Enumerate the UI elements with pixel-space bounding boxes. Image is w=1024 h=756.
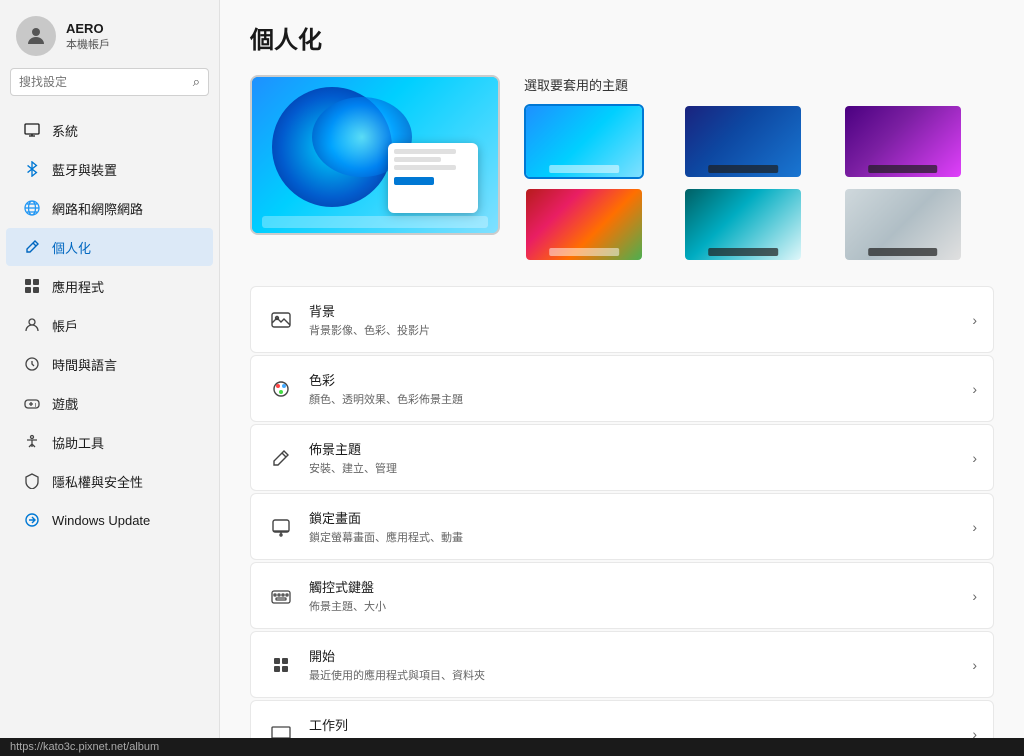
personalization-icon: [22, 237, 42, 257]
taskbar-title: 工作列: [309, 715, 958, 734]
background-desc: 背景影像、色彩、投影片: [309, 322, 958, 338]
theme-preview: [250, 75, 500, 235]
sidebar-item-label-gaming: 遊戲: [52, 394, 78, 413]
sidebar-item-personalization[interactable]: 個人化: [6, 228, 213, 266]
sidebar-item-label-apps: 應用程式: [52, 277, 104, 296]
sidebar-item-label-system: 系統: [52, 121, 78, 140]
theme-label: 選取要套用的主題: [524, 75, 994, 94]
start-title: 開始: [309, 646, 958, 665]
start-icon: [267, 651, 295, 679]
sidebar-item-privacy[interactable]: 隱私權與安全性: [6, 462, 213, 500]
lockscreen-icon: [267, 513, 295, 541]
time-icon: [22, 354, 42, 374]
apps-icon: [22, 276, 42, 296]
keyboard-text: 觸控式鍵盤 佈景主題、大小: [309, 577, 958, 614]
url-bar: https://kato3c.pixnet.net/album: [0, 738, 1024, 756]
settings-item-themes[interactable]: 佈景主題 安裝、建立、管理 ›: [250, 424, 994, 491]
theme-grid: [524, 104, 994, 262]
accessibility-icon: [22, 432, 42, 452]
sidebar-item-label-accessibility: 協助工具: [52, 433, 104, 452]
background-text: 背景 背景影像、色彩、投影片: [309, 301, 958, 338]
sidebar-item-accounts[interactable]: 帳戶: [6, 306, 213, 344]
sidebar-item-time[interactable]: 時間與語言: [6, 345, 213, 383]
sidebar-item-update[interactable]: Windows Update: [6, 501, 213, 539]
lockscreen-desc: 鎖定螢幕畫面、應用程式、動畫: [309, 529, 958, 545]
user-profile: AERO 本機帳戶: [0, 0, 219, 68]
user-subtitle: 本機帳戶: [66, 36, 110, 52]
sidebar-item-accessibility[interactable]: 協助工具: [6, 423, 213, 461]
sidebar-item-label-accounts: 帳戶: [52, 316, 78, 335]
gaming-icon: [22, 393, 42, 413]
settings-item-keyboard[interactable]: 觸控式鍵盤 佈景主題、大小 ›: [250, 562, 994, 629]
lockscreen-text: 鎖定畫面 鎖定螢幕畫面、應用程式、動畫: [309, 508, 958, 545]
avatar: [16, 16, 56, 56]
user-info: AERO 本機帳戶: [66, 21, 110, 52]
keyboard-chevron: ›: [972, 588, 977, 604]
themes-title: 佈景主題: [309, 439, 958, 458]
start-text: 開始 最近使用的應用程式與項目、資料夾: [309, 646, 958, 683]
settings-list: 背景 背景影像、色彩、投影片 › 色彩 顏色、透明效果、色彩佈景主題 ›: [250, 286, 994, 756]
theme-thumbnails-area: 選取要套用的主題: [524, 75, 994, 262]
start-chevron: ›: [972, 657, 977, 673]
color-chevron: ›: [972, 381, 977, 397]
search-icon: ⌕: [193, 74, 200, 90]
themes-text: 佈景主題 安裝、建立、管理: [309, 439, 958, 476]
color-icon: [267, 375, 295, 403]
sidebar-item-system[interactable]: 系統: [6, 111, 213, 149]
background-title: 背景: [309, 301, 958, 320]
keyboard-icon: [267, 582, 295, 610]
lockscreen-chevron: ›: [972, 519, 977, 535]
sidebar-item-apps[interactable]: 應用程式: [6, 267, 213, 305]
sidebar-item-label-network: 網路和網際網路: [52, 199, 143, 218]
bluetooth-icon: [22, 159, 42, 179]
theme-thumb-4[interactable]: [524, 187, 644, 262]
theme-thumb-3[interactable]: [843, 104, 963, 179]
settings-item-lockscreen[interactable]: 鎖定畫面 鎖定螢幕畫面、應用程式、動畫 ›: [250, 493, 994, 560]
page-title: 個人化: [250, 20, 994, 55]
sidebar-item-gaming[interactable]: 遊戲: [6, 384, 213, 422]
system-icon: [22, 120, 42, 140]
nav-items: 系統 藍牙與裝置 網路和網際網路: [0, 106, 219, 756]
lockscreen-title: 鎖定畫面: [309, 508, 958, 527]
sidebar-item-label-time: 時間與語言: [52, 355, 117, 374]
search-input[interactable]: [19, 75, 187, 89]
keyboard-title: 觸控式鍵盤: [309, 577, 958, 596]
sidebar-item-label-privacy: 隱私權與安全性: [52, 472, 143, 491]
themes-chevron: ›: [972, 450, 977, 466]
settings-item-color[interactable]: 色彩 顏色、透明效果、色彩佈景主題 ›: [250, 355, 994, 422]
color-title: 色彩: [309, 370, 958, 389]
update-icon: [22, 510, 42, 530]
sidebar-item-label-bluetooth: 藍牙與裝置: [52, 160, 117, 179]
settings-item-background[interactable]: 背景 背景影像、色彩、投影片 ›: [250, 286, 994, 353]
preview-dialog: [388, 143, 478, 213]
sidebar-item-label-update: Windows Update: [52, 513, 150, 528]
settings-item-start[interactable]: 開始 最近使用的應用程式與項目、資料夾 ›: [250, 631, 994, 698]
theme-thumb-1[interactable]: [524, 104, 644, 179]
theme-section: 選取要套用的主題: [250, 75, 994, 262]
network-icon: [22, 198, 42, 218]
background-chevron: ›: [972, 312, 977, 328]
color-text: 色彩 顏色、透明效果、色彩佈景主題: [309, 370, 958, 407]
themes-icon: [267, 444, 295, 472]
keyboard-desc: 佈景主題、大小: [309, 598, 958, 614]
theme-thumb-6[interactable]: [843, 187, 963, 262]
sidebar-item-bluetooth[interactable]: 藍牙與裝置: [6, 150, 213, 188]
color-desc: 顏色、透明效果、色彩佈景主題: [309, 391, 958, 407]
main-content: 個人化 選取要套用的主題: [220, 0, 1024, 756]
background-icon: [267, 306, 295, 334]
sidebar: AERO 本機帳戶 ⌕ 系統 藍牙與裝置: [0, 0, 220, 756]
sidebar-item-label-personalization: 個人化: [52, 238, 91, 257]
accounts-icon: [22, 315, 42, 335]
privacy-icon: [22, 471, 42, 491]
user-name: AERO: [66, 21, 110, 36]
search-box[interactable]: ⌕: [10, 68, 209, 96]
theme-thumb-5[interactable]: [683, 187, 803, 262]
sidebar-item-network[interactable]: 網路和網際網路: [6, 189, 213, 227]
start-desc: 最近使用的應用程式與項目、資料夾: [309, 667, 958, 683]
theme-thumb-2[interactable]: [683, 104, 803, 179]
themes-desc: 安裝、建立、管理: [309, 460, 958, 476]
